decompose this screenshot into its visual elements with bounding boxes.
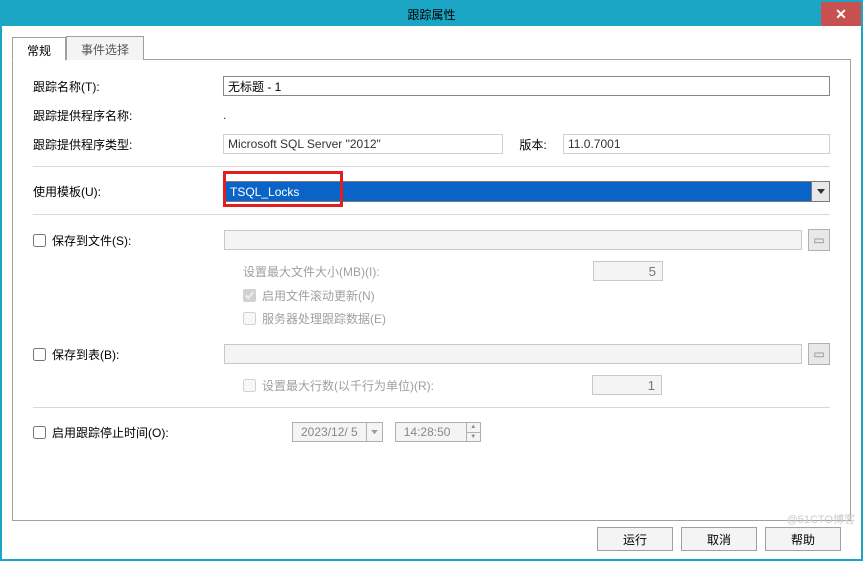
spin-up-icon: ▲ [467, 423, 480, 433]
tab-event-select[interactable]: 事件选择 [66, 36, 144, 60]
provider-type-label: 跟踪提供程序类型: [33, 136, 223, 153]
save-to-file-label: 保存到文件(S): [52, 232, 224, 249]
browse-table-button: ▭ [808, 343, 830, 365]
save-to-file-checkbox[interactable] [33, 234, 46, 247]
server-process-label: 服务器处理跟踪数据(E) [262, 310, 386, 327]
provider-name-label: 跟踪提供程序名称: [33, 107, 223, 124]
tab-strip: 常规 事件选择 [12, 36, 851, 60]
max-file-size-input [593, 261, 663, 281]
stop-date-value: 2023/12/ 5 [293, 423, 366, 441]
provider-name-value: . [223, 106, 830, 124]
cancel-button[interactable]: 取消 [681, 527, 757, 551]
stop-date-picker: 2023/12/ 5 [292, 422, 383, 442]
content-area: 常规 事件选择 跟踪名称(T): 跟踪提供程序名称: . 跟踪提供程序类型: M… [2, 26, 861, 559]
template-label: 使用模板(U): [33, 183, 223, 200]
stop-time-value: 14:28:50 [396, 423, 466, 441]
table-icon: ▭ [813, 347, 824, 361]
template-combo-text: TSQL_Locks [224, 182, 811, 201]
folder-icon: ▭ [813, 233, 824, 247]
template-combo[interactable]: TSQL_Locks [223, 181, 830, 202]
spin-down-icon: ▼ [467, 433, 480, 442]
save-to-table-label: 保存到表(B): [52, 346, 224, 363]
max-rows-input [592, 375, 662, 395]
help-button[interactable]: 帮助 [765, 527, 841, 551]
provider-type-value: Microsoft SQL Server "2012" [223, 134, 503, 154]
server-process-checkbox [243, 312, 256, 325]
trace-name-input[interactable] [223, 76, 830, 96]
stop-time-picker: 14:28:50 ▲ ▼ [395, 422, 481, 442]
tab-general[interactable]: 常规 [12, 37, 66, 61]
separator [33, 166, 830, 167]
time-spinner: ▲ ▼ [466, 423, 480, 441]
tab-body-general: 跟踪名称(T): 跟踪提供程序名称: . 跟踪提供程序类型: Microsoft… [12, 59, 851, 521]
version-label: 版本: [503, 136, 563, 153]
rollover-checkbox [243, 289, 256, 302]
close-button[interactable]: ✕ [821, 2, 861, 26]
save-table-path [224, 344, 802, 364]
browse-file-button: ▭ [808, 229, 830, 251]
stop-time-label: 启用跟踪停止时间(O): [52, 424, 292, 441]
max-rows-label: 设置最大行数(以千行为单位)(R): [262, 377, 592, 394]
chevron-down-icon[interactable] [811, 182, 829, 201]
save-to-table-checkbox[interactable] [33, 348, 46, 361]
window-title: 跟踪属性 [407, 6, 455, 23]
max-file-size-label: 设置最大文件大小(MB)(I): [243, 263, 593, 280]
close-icon: ✕ [835, 6, 847, 23]
rollover-label: 启用文件滚动更新(N) [262, 287, 375, 304]
chevron-down-icon [366, 423, 382, 441]
stop-time-checkbox[interactable] [33, 426, 46, 439]
max-rows-checkbox [243, 379, 256, 392]
save-file-path [224, 230, 802, 250]
separator [33, 214, 830, 215]
watermark: @51CTO博客 [787, 511, 855, 527]
dialog-window: 跟踪属性 ✕ 常规 事件选择 跟踪名称(T): 跟踪提供程序名称: . 跟踪提供… [0, 0, 863, 561]
version-value: 11.0.7001 [563, 134, 830, 154]
run-button[interactable]: 运行 [597, 527, 673, 551]
titlebar: 跟踪属性 ✕ [2, 2, 861, 26]
trace-name-label: 跟踪名称(T): [33, 78, 223, 95]
dialog-button-row: 运行 取消 帮助 [12, 521, 851, 555]
separator [33, 407, 830, 408]
